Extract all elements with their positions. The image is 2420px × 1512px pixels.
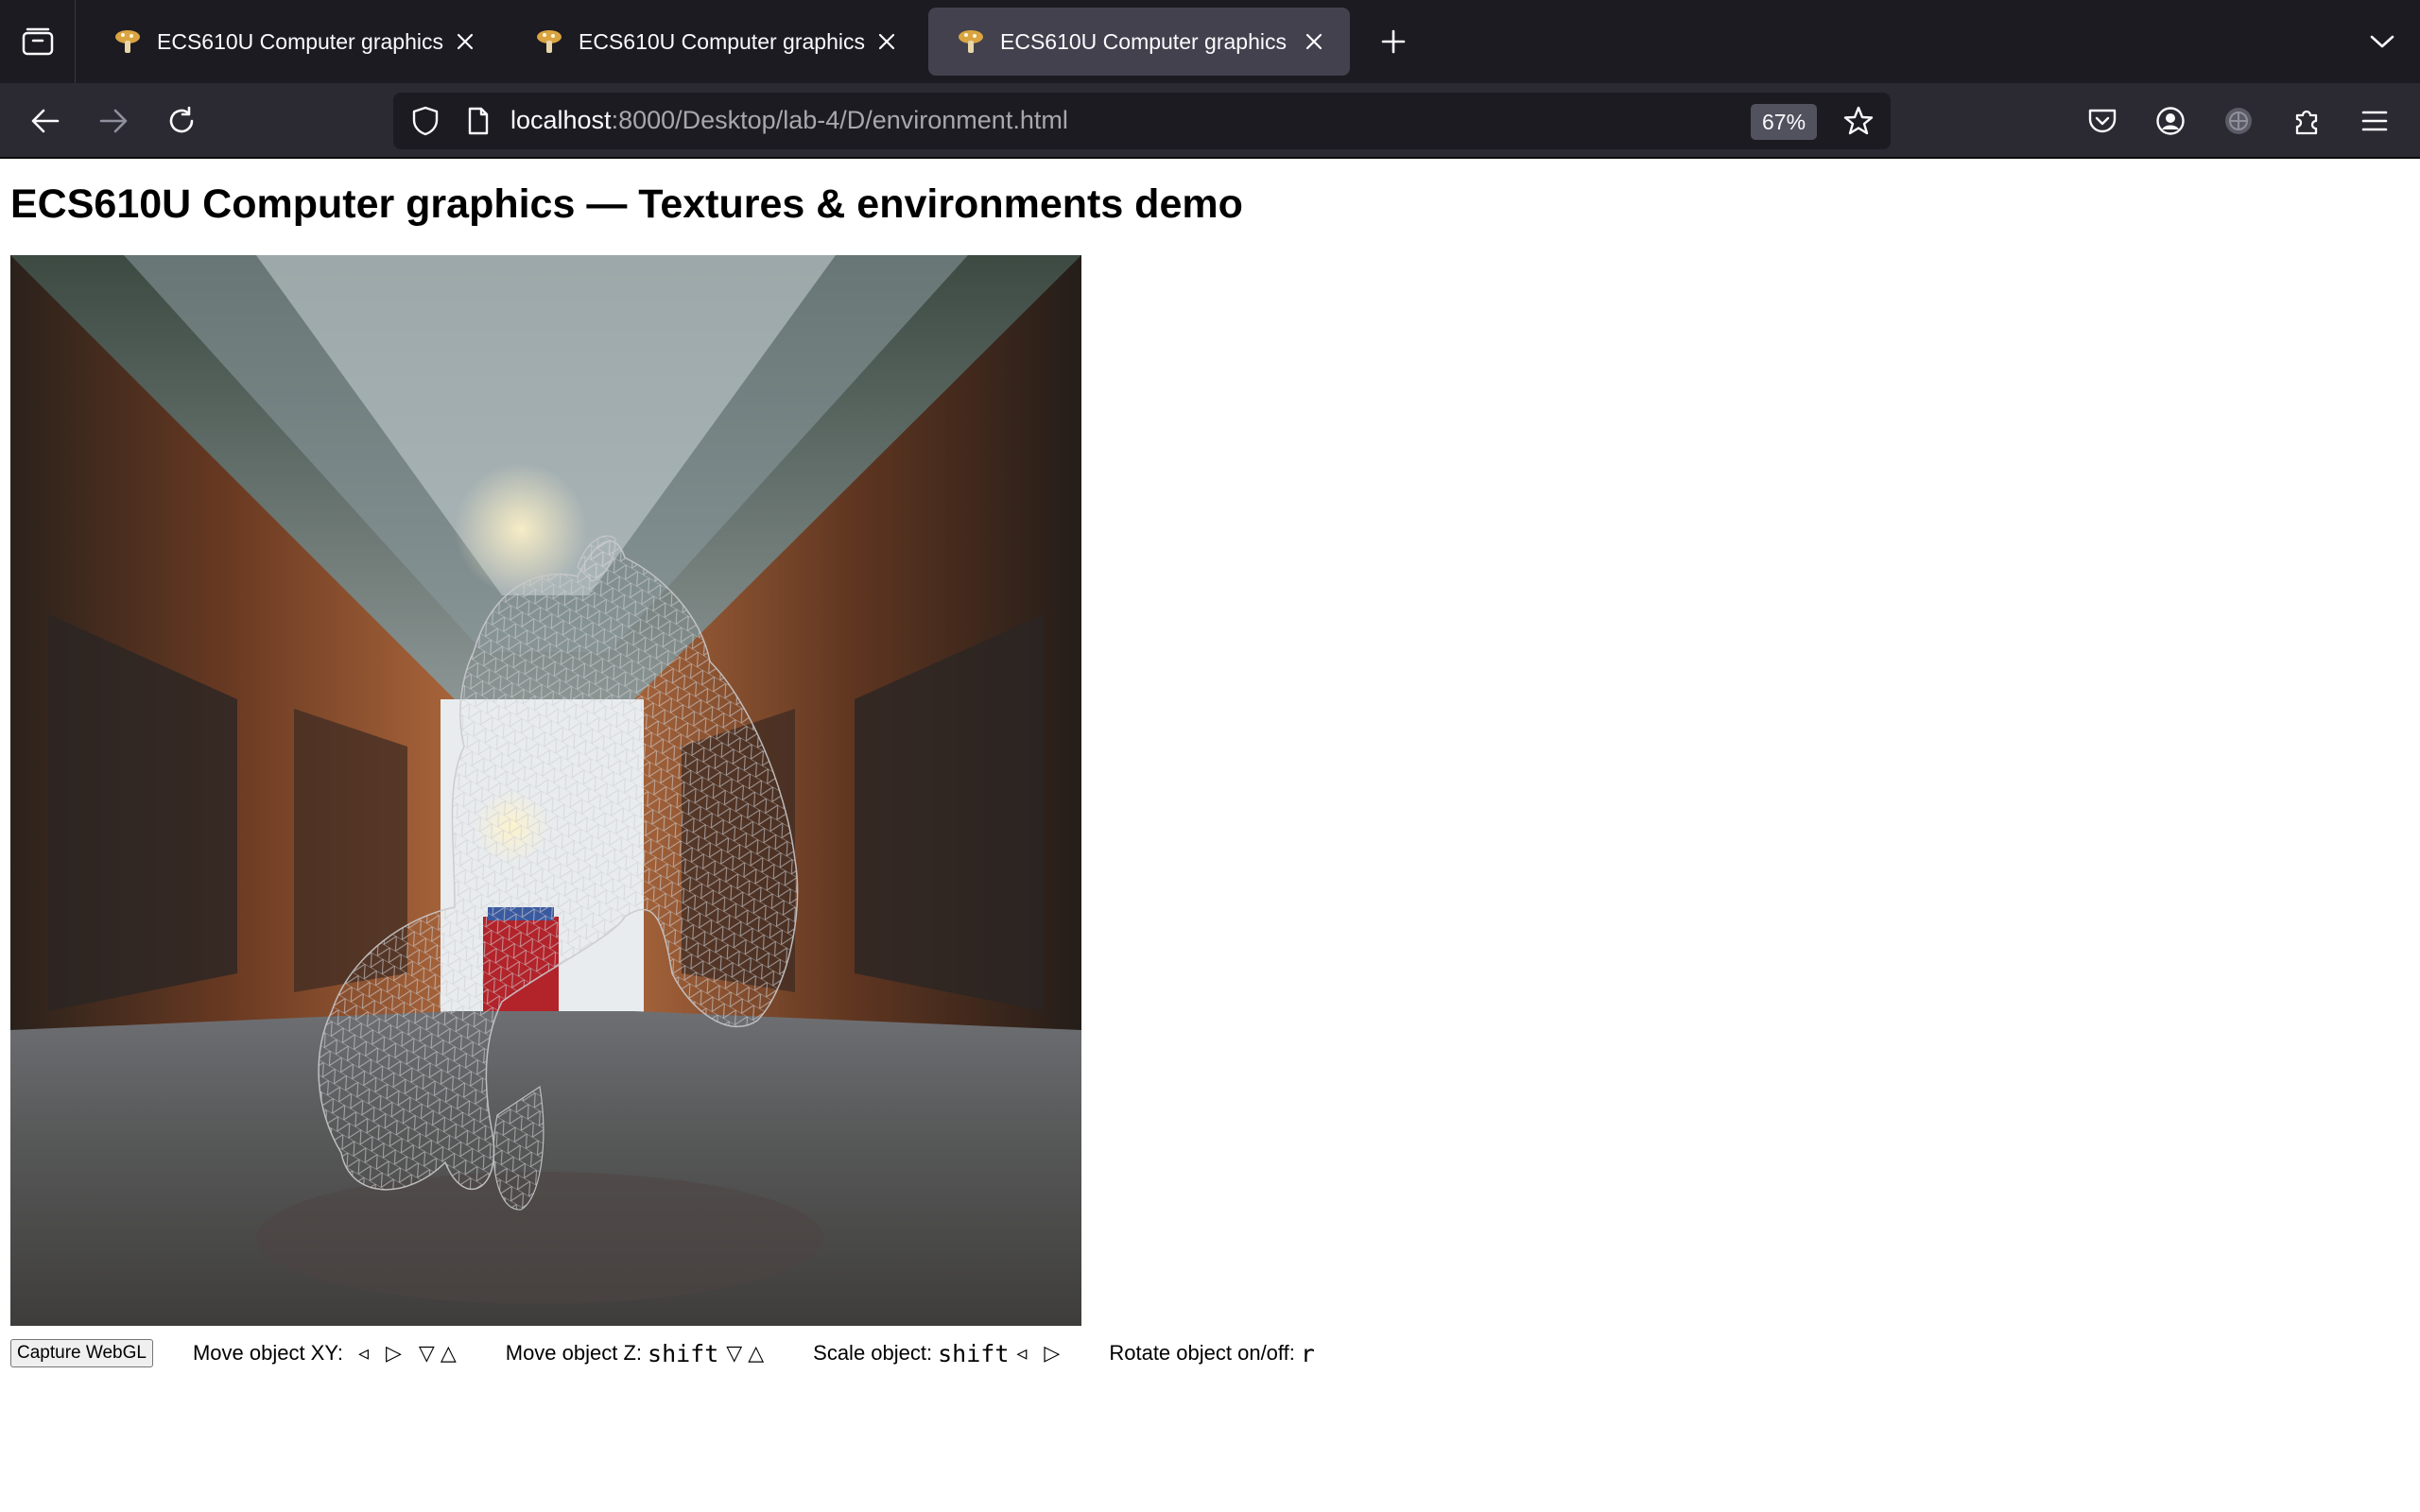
extension-globe-icon <box>2225 108 2252 134</box>
r-key-label: r <box>1300 1339 1315 1367</box>
move-z-label: Move object Z: <box>505 1341 643 1365</box>
mushroom-favicon-icon <box>955 26 987 58</box>
shift-key-label: shift <box>648 1339 719 1367</box>
arrow-right-icon <box>99 109 128 133</box>
app-menu-button[interactable] <box>2352 98 2397 144</box>
close-tab-icon[interactable] <box>870 25 904 59</box>
browser-tab-2[interactable]: ECS610U Computer graphics <box>507 8 923 76</box>
mushroom-favicon-icon <box>533 26 565 58</box>
list-all-tabs-button[interactable] <box>2361 21 2403 62</box>
new-tab-button[interactable] <box>1367 15 1420 68</box>
page-icon[interactable] <box>459 102 497 140</box>
webgl-canvas[interactable] <box>10 255 1081 1326</box>
arrow-down-key-icon: ▽ <box>418 1341 435 1365</box>
chevron-down-icon <box>2370 35 2394 48</box>
arrow-up-key-icon: △ <box>748 1341 765 1365</box>
tab-title: ECS610U Computer graphics <box>1000 28 1287 54</box>
arrow-left-key-icon: ◃ <box>1016 1341 1028 1365</box>
back-button[interactable] <box>23 98 68 144</box>
zoom-level-button[interactable]: 67% <box>1751 104 1818 140</box>
controls-bar: Capture WebGL Move object XY: ◃ ▷ ▽ △ Mo… <box>10 1331 1523 1376</box>
pocket-button[interactable] <box>2080 98 2125 144</box>
web-page: ECS610U Computer graphics — Textures & e… <box>0 161 2420 1512</box>
tab-title: ECS610U Computer graphics <box>579 28 865 54</box>
reload-button[interactable] <box>159 98 204 144</box>
arrow-left-key-icon: ◃ <box>357 1341 369 1365</box>
hamburger-menu-icon <box>2361 111 2388 131</box>
account-button[interactable] <box>2148 98 2193 144</box>
close-tab-icon[interactable] <box>1297 25 1331 59</box>
forward-button[interactable] <box>91 98 136 144</box>
close-tab-icon[interactable] <box>448 25 482 59</box>
browser-tab-1[interactable]: ECS610U Computer graphics <box>85 8 501 76</box>
navigation-toolbar: localhost:8000/Desktop/lab-4/D/environme… <box>0 83 2420 159</box>
arrow-right-key-icon: ▷ <box>385 1341 402 1365</box>
account-icon <box>2156 107 2185 135</box>
arrow-right-key-icon: ▷ <box>1044 1341 1061 1365</box>
extension-button[interactable] <box>2216 98 2261 144</box>
arrow-down-key-icon: ▽ <box>726 1341 743 1365</box>
arrow-left-icon <box>31 109 60 133</box>
puzzle-piece-icon <box>2295 110 2318 135</box>
page-title: ECS610U Computer graphics — Textures & e… <box>10 181 1243 227</box>
pocket-icon <box>2088 109 2117 133</box>
plus-icon <box>1381 29 1406 54</box>
url-host: localhost <box>510 106 612 134</box>
capture-webgl-button[interactable]: Capture WebGL <box>10 1339 153 1367</box>
firefox-view-icon <box>22 27 53 56</box>
bookmark-star-icon[interactable] <box>1838 100 1879 142</box>
browser-tab-3-active[interactable]: ECS610U Computer graphics <box>928 8 1350 76</box>
url-text[interactable]: localhost:8000/Desktop/lab-4/D/environme… <box>510 106 1068 135</box>
tab-title: ECS610U Computer graphics <box>157 28 443 54</box>
firefox-view-button[interactable] <box>0 0 76 83</box>
shift-key-label: shift <box>938 1339 1010 1367</box>
rotate-label: Rotate object on/off: <box>1109 1341 1295 1365</box>
environment-scene-render <box>10 255 1081 1326</box>
scale-label: Scale object: <box>813 1341 933 1365</box>
extensions-menu-button[interactable] <box>2284 98 2329 144</box>
reload-icon <box>169 106 194 133</box>
url-path: :8000/Desktop/lab-4/D/environment.html <box>611 106 1068 134</box>
mushroom-favicon-icon <box>112 26 144 58</box>
url-bar[interactable]: localhost:8000/Desktop/lab-4/D/environme… <box>393 93 1891 149</box>
tab-strip: ECS610U Computer graphics ECS610U Comput… <box>0 0 2420 83</box>
move-xy-label: Move object XY: <box>192 1341 343 1365</box>
arrow-up-key-icon: △ <box>440 1341 457 1365</box>
shield-icon[interactable] <box>406 102 444 140</box>
